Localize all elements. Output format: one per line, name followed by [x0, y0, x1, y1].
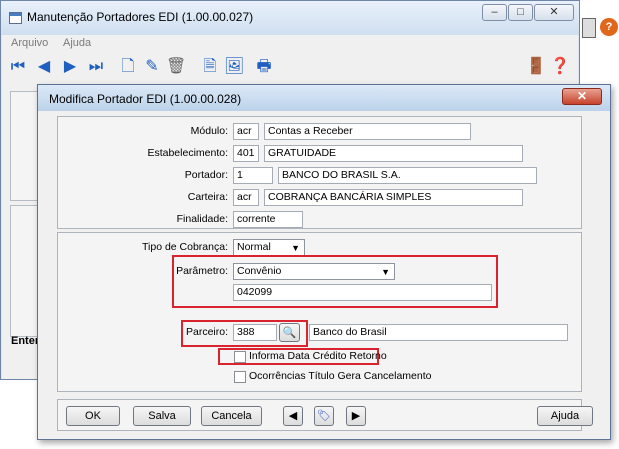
- modulo-desc-field: Contas a Receber: [264, 123, 471, 140]
- tag-icon: 🏷: [317, 410, 331, 422]
- parceiro-search-button[interactable]: 🔍: [279, 323, 300, 342]
- print-icon[interactable]: 🖶: [254, 57, 274, 77]
- dialog-close-button[interactable]: ✕: [562, 88, 602, 105]
- parametro-label: Parâmetro:: [176, 265, 228, 277]
- triangle-right-icon: ▶: [351, 410, 361, 422]
- ocorrencias-label: Ocorrências Título Gera Cancelamento: [249, 370, 432, 382]
- app-window-icon: [9, 12, 22, 24]
- tipo-cobranca-label: Tipo de Cobrança:: [142, 241, 228, 253]
- next-button[interactable]: ▶: [346, 406, 366, 426]
- identification-panel: Módulo: acr Contas a Receber Estabelecim…: [57, 116, 582, 229]
- menu-bar: Arquivo Ajuda: [2, 35, 578, 51]
- close-button[interactable]: ✕: [534, 4, 574, 21]
- menu-arquivo[interactable]: Arquivo: [11, 37, 48, 49]
- chevron-down-icon: ▼: [291, 243, 300, 253]
- first-record-icon[interactable]: ⏮: [8, 57, 28, 77]
- ocorrencias-checkbox[interactable]: [234, 371, 246, 383]
- tipo-cobranca-value: Normal: [237, 241, 271, 253]
- estabelecimento-label: Estabelecimento:: [147, 147, 228, 159]
- help-icon[interactable]: ❓: [550, 57, 570, 77]
- informa-label: Informa Data Crédito Retorno: [249, 350, 387, 362]
- salva-button[interactable]: Salva: [133, 406, 191, 426]
- parametro-value: Convênio: [237, 265, 282, 277]
- zoom-icon[interactable]: 🖼: [224, 57, 244, 77]
- background-title-bar: Manutenção Portadores EDI (1.00.00.027) …: [1, 1, 579, 35]
- modify-portador-dialog: Modifica Portador EDI (1.00.00.028) ✕ Mó…: [37, 84, 611, 440]
- estabelecimento-code-field[interactable]: 401: [233, 145, 259, 162]
- triangle-left-icon: ◀: [288, 410, 298, 422]
- parametro-select[interactable]: Convênio ▼: [233, 263, 395, 280]
- portador-label: Portador:: [184, 169, 228, 181]
- menu-ajuda[interactable]: Ajuda: [63, 37, 91, 49]
- finalidade-label: Finalidade:: [176, 213, 228, 225]
- parceiro-label: Parceiro:: [185, 326, 228, 338]
- next-record-icon[interactable]: ▶: [60, 57, 80, 77]
- portador-code-field[interactable]: 1: [233, 167, 273, 184]
- go-to-button[interactable]: 🏷: [314, 406, 334, 426]
- magnifier-icon: 🔍: [282, 327, 297, 339]
- chevron-down-icon: ▼: [381, 267, 390, 277]
- background-window-title: Manutenção Portadores EDI (1.00.00.027): [27, 10, 254, 24]
- help-icon[interactable]: ?: [600, 18, 618, 36]
- informa-checkbox[interactable]: [234, 351, 246, 363]
- modulo-code-field[interactable]: acr: [233, 123, 259, 140]
- add-record-icon[interactable]: 🗋: [118, 57, 138, 77]
- previous-button[interactable]: ◀: [283, 406, 303, 426]
- portador-desc-field: BANCO DO BRASIL S.A.: [278, 167, 537, 184]
- carteira-desc-field: COBRANÇA BANCÁRIA SIMPLES: [264, 189, 523, 206]
- cobranca-panel: Tipo de Cobrança: Normal ▼ Parâmetro: Co…: [57, 232, 582, 392]
- dialog-title-bar: Modifica Portador EDI (1.00.00.028) ✕: [38, 85, 610, 111]
- ok-button[interactable]: OK: [66, 406, 120, 426]
- cancela-button[interactable]: Cancela: [201, 406, 262, 426]
- estabelecimento-desc-field: GRATUIDADE: [264, 145, 523, 162]
- dialog-title: Modifica Portador EDI (1.00.00.028): [49, 92, 242, 106]
- maximize-button[interactable]: □: [508, 4, 533, 21]
- finalidade-field[interactable]: corrente: [233, 211, 303, 228]
- modulo-label: Módulo:: [190, 125, 228, 137]
- parceiro-desc-field: Banco do Brasil: [309, 324, 568, 341]
- document-icon[interactable]: 🗎: [200, 57, 220, 77]
- delete-icon[interactable]: 🗑: [166, 57, 186, 77]
- previous-record-icon[interactable]: ◀: [34, 57, 54, 77]
- other-window-edge: ?: [580, 12, 619, 42]
- tipo-cobranca-select[interactable]: Normal ▼: [233, 239, 305, 256]
- exit-icon[interactable]: 🚪: [526, 57, 546, 77]
- parceiro-code-field[interactable]: 388: [233, 324, 277, 341]
- toolbar: ⏮ ◀ ▶ ⏭ 🗋 ✎ 🗑 🗎 🖼 🖶 🚪 ❓: [2, 51, 578, 88]
- edit-record-icon[interactable]: ✎: [142, 57, 162, 77]
- ajuda-button[interactable]: Ajuda: [537, 406, 593, 426]
- last-record-icon[interactable]: ⏭: [86, 57, 106, 77]
- carteira-code-field[interactable]: acr: [233, 189, 259, 206]
- parametro-input[interactable]: 042099: [233, 284, 492, 301]
- carteira-label: Carteira:: [187, 191, 228, 203]
- minimize-button[interactable]: –: [482, 4, 507, 21]
- side-label-enter: Enter: [11, 335, 40, 347]
